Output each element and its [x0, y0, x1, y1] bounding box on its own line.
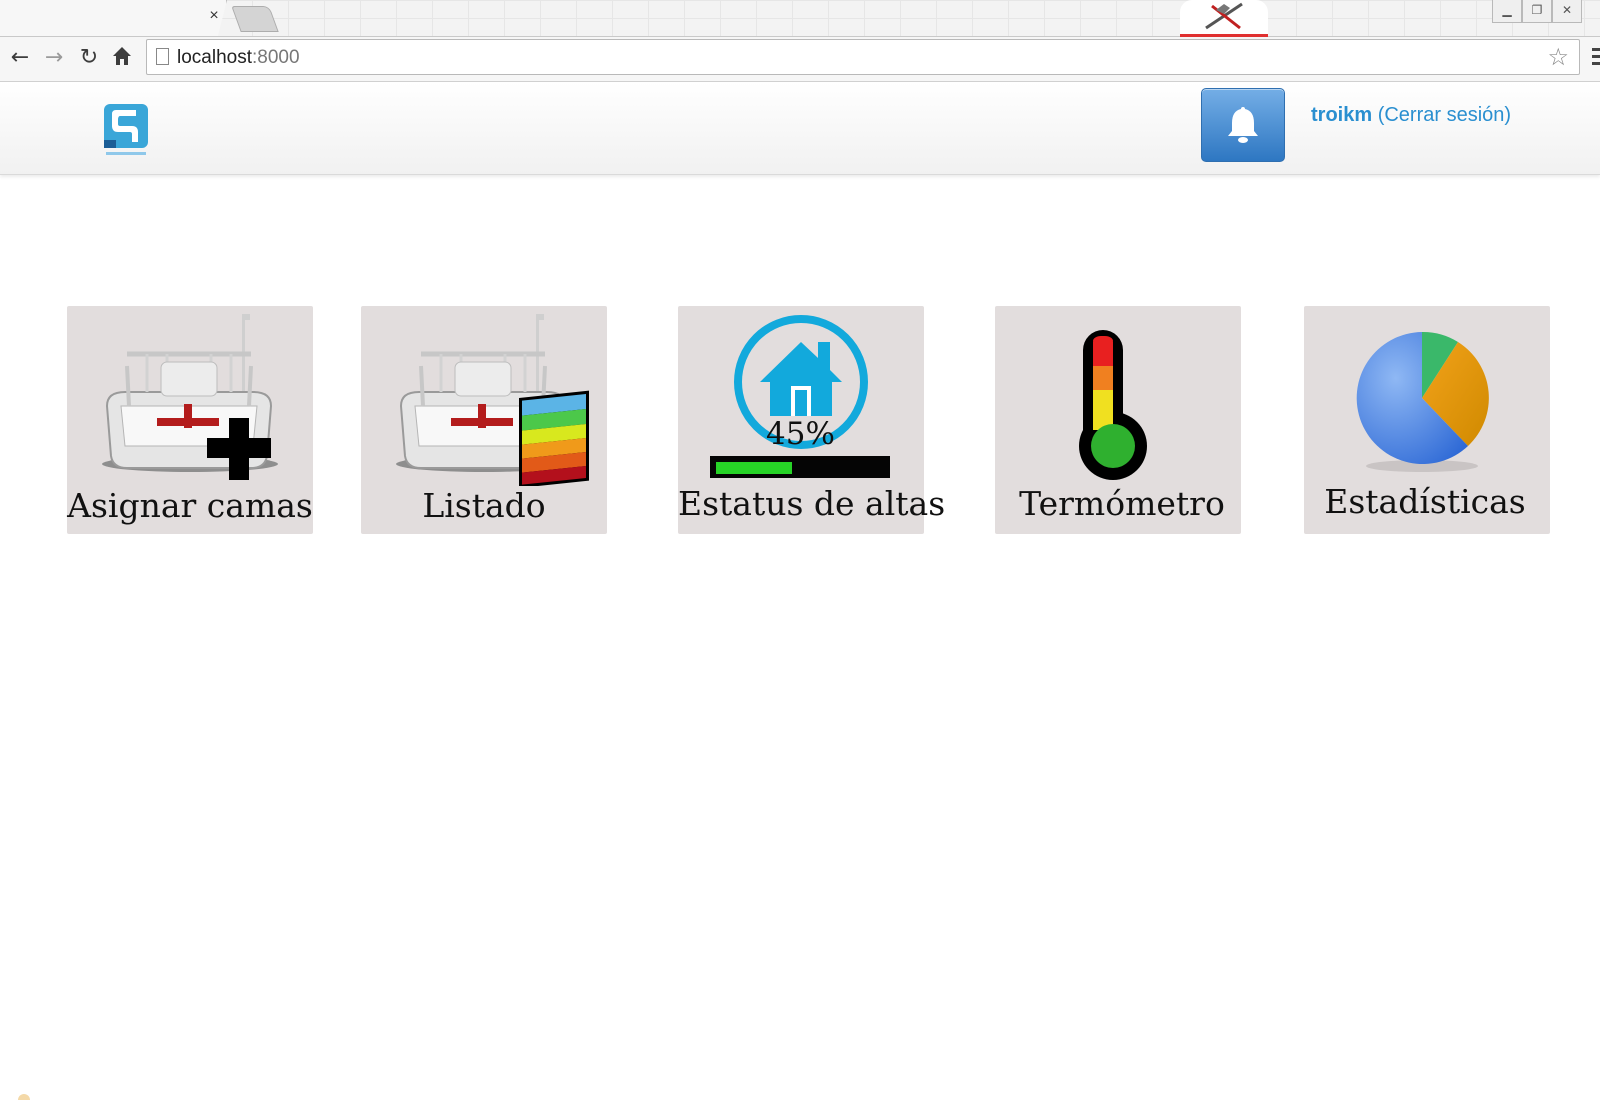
- discharge-progress-bar: [710, 456, 890, 478]
- home-icon[interactable]: [109, 45, 135, 71]
- close-icon[interactable]: ✕: [1552, 0, 1582, 23]
- tile-estatus-de-altas[interactable]: 45% Estatus de altas: [678, 306, 946, 534]
- restore-icon[interactable]: ❐: [1522, 0, 1552, 23]
- browser-tab[interactable]: ×: [0, 0, 227, 36]
- browser-tab-strip: × ▁ ❐ ✕: [0, 0, 1600, 38]
- tile-label: Listado: [422, 486, 546, 525]
- thermometer-icon: [1079, 330, 1147, 480]
- tile-label: Estadísticas: [1324, 482, 1526, 521]
- user-info: troikm (Cerrar sesión): [1311, 104, 1511, 127]
- tile-label: Asignar camas: [67, 486, 313, 525]
- browser-toolbar: ← → ↻ localhost:8000 ☆: [0, 37, 1600, 82]
- tab-close-icon[interactable]: ×: [205, 6, 223, 26]
- browser-menu-icon[interactable]: [1592, 48, 1600, 68]
- minimize-icon[interactable]: ▁: [1492, 0, 1522, 23]
- progress-fill: [716, 462, 792, 474]
- hospital-bed-list-icon: [396, 314, 589, 486]
- page-icon: [156, 48, 169, 65]
- forward-icon[interactable]: →: [41, 45, 67, 71]
- url-text[interactable]: localhost:8000: [177, 47, 300, 69]
- back-icon[interactable]: ←: [7, 45, 33, 71]
- new-tab-button[interactable]: [231, 6, 279, 32]
- app-header: troikm (Cerrar sesión): [0, 82, 1600, 175]
- address-bar[interactable]: localhost:8000 ☆: [146, 39, 1580, 75]
- tile-termometro[interactable]: Termómetro: [995, 306, 1241, 534]
- notifications-button[interactable]: [1201, 88, 1285, 162]
- pie-chart-icon: [1356, 331, 1489, 472]
- logout-link[interactable]: (Cerrar sesión): [1378, 104, 1511, 126]
- tile-label: Termómetro: [1019, 484, 1225, 523]
- extension-badge-icon[interactable]: [1180, 0, 1268, 38]
- tile-listado[interactable]: Listado: [361, 306, 607, 534]
- bookmark-star-icon[interactable]: ☆: [1547, 43, 1569, 71]
- discharge-percent: 45%: [766, 416, 835, 452]
- bell-icon: [1228, 107, 1258, 143]
- medmatic-logo[interactable]: [102, 102, 150, 158]
- hospital-bed-plus-icon: [102, 314, 278, 480]
- tile-estadisticas[interactable]: Estadísticas: [1304, 306, 1550, 534]
- username: troikm: [1311, 104, 1373, 126]
- reload-icon[interactable]: ↻: [76, 45, 102, 71]
- tile-label: Estatus de altas: [678, 484, 946, 523]
- corner-decoration: [18, 1094, 30, 1100]
- tile-asignar-camas[interactable]: Asignar camas: [67, 306, 313, 534]
